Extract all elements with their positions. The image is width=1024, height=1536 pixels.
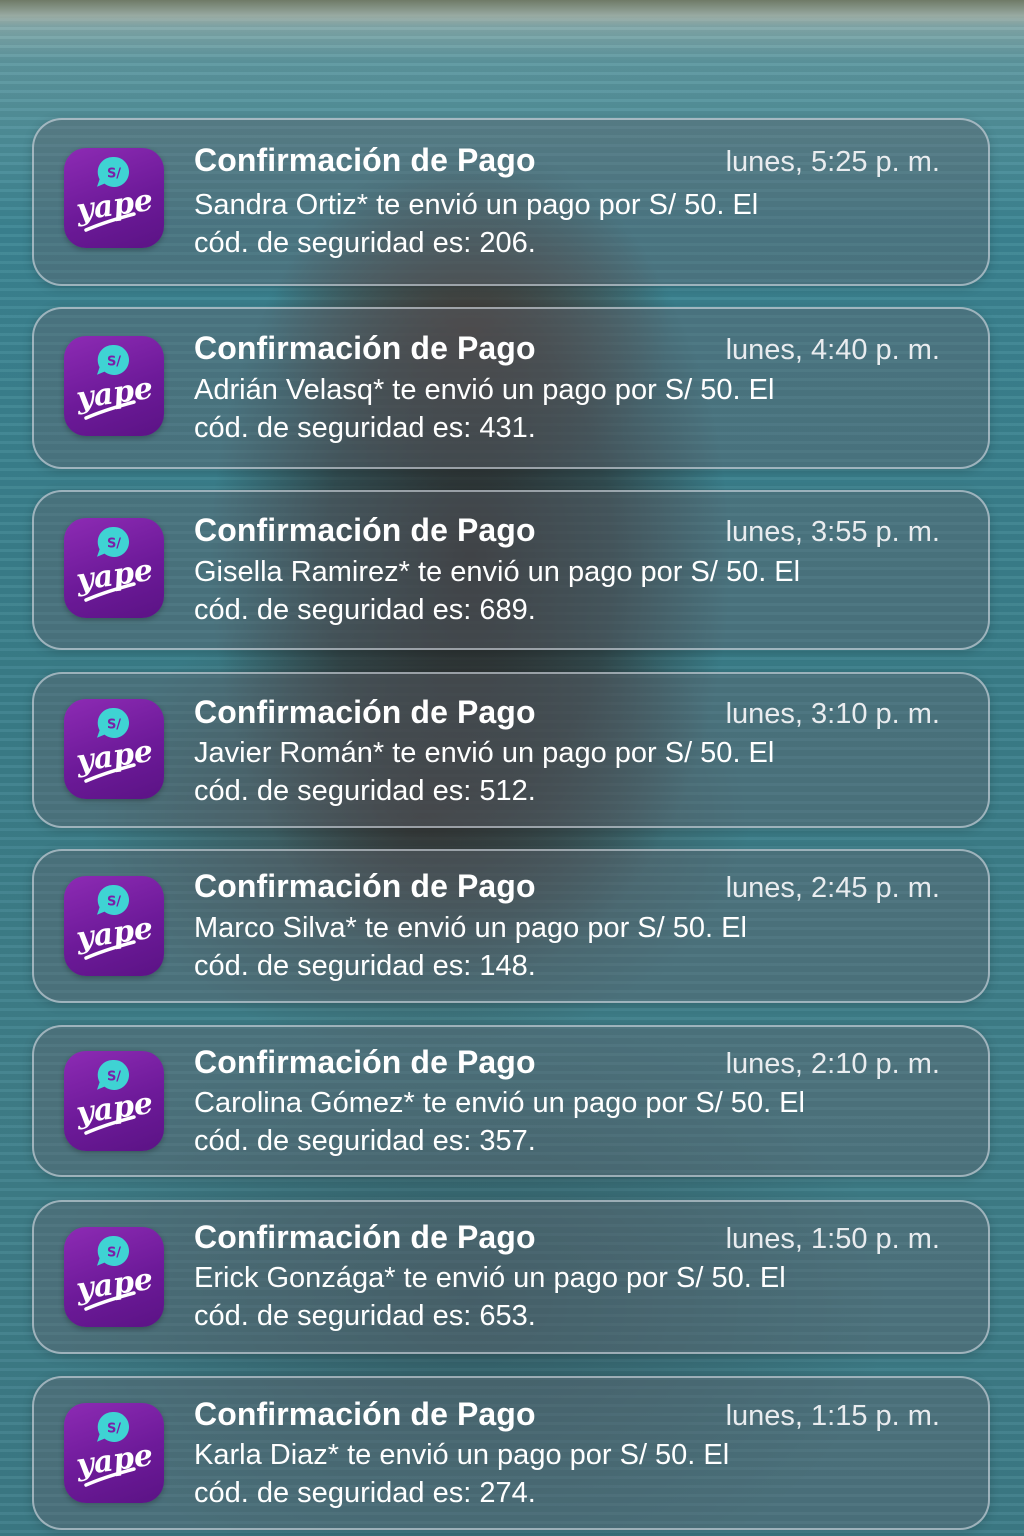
yape-app-icon: S/yape [64,518,164,618]
notification-card[interactable]: S/yape Confirmación de Pago lunes, 4:40 … [32,307,990,469]
notification-card[interactable]: S/yape Confirmación de Pago lunes, 2:45 … [32,849,990,1003]
currency-symbol: S/ [107,1422,121,1437]
yape-app-icon: S/yape [64,1227,164,1327]
yape-logo-icon: S/yape [73,526,155,602]
notification-title: Confirmación de Pago [194,330,536,366]
notification-body-line: Erick Gonzága* te envió un pago por S/ 5… [194,1262,786,1294]
notification-body: Sandra Ortiz* te envió un pago por S/ 50… [194,186,894,262]
notification-card[interactable]: S/yape Confirmación de Pago lunes, 3:55 … [32,490,990,650]
notification-card[interactable]: S/yape Confirmación de Pago lunes, 3:10 … [32,672,990,828]
notification-body: Marco Silva* te envió un pago por S/ 50.… [194,909,894,985]
notification-body-line: cód. de seguridad es: 206. [194,227,536,259]
currency-symbol: S/ [107,167,121,182]
yape-logo-icon: S/yape [73,156,155,232]
notification-body-line: Karla Diaz* te envió un pago por S/ 50. … [194,1439,730,1471]
notification-body-line: Adrián Velasq* te envió un pago por S/ 5… [194,374,775,406]
notification-time: lunes, 2:10 p. m. [725,1048,940,1080]
notification-card[interactable]: S/yape Confirmación de Pago lunes, 2:10 … [32,1025,990,1177]
notification-body-line: cód. de seguridad es: 274. [194,1477,536,1509]
yape-logo-icon: S/yape [73,1059,155,1135]
yape-app-icon: S/yape [64,876,164,976]
notification-body: Javier Román* te envió un pago por S/ 50… [194,734,894,810]
notification-title: Confirmación de Pago [194,142,536,178]
notification-title: Confirmación de Pago [194,1396,536,1432]
currency-symbol: S/ [107,895,121,910]
yape-logo-icon: S/yape [73,1411,155,1487]
notification-body-line: cód. de seguridad es: 653. [194,1300,536,1332]
notification-card[interactable]: S/yape Confirmación de Pago lunes, 5:25 … [32,118,990,286]
notification-body: Erick Gonzága* te envió un pago por S/ 5… [194,1259,894,1335]
notification-body-line: Javier Román* te envió un pago por S/ 50… [194,737,775,769]
notification-body: Karla Diaz* te envió un pago por S/ 50. … [194,1436,894,1512]
notification-body-line: Carolina Gómez* te envió un pago por S/ … [194,1087,805,1119]
yape-app-icon: S/yape [64,1403,164,1503]
currency-symbol: S/ [107,1246,121,1261]
notification-body-line: cód. de seguridad es: 357. [194,1125,536,1157]
notification-title: Confirmación de Pago [194,1219,536,1255]
notification-time: lunes, 3:10 p. m. [725,698,940,730]
notification-card[interactable]: S/yape Confirmación de Pago lunes, 1:50 … [32,1200,990,1354]
yape-logo-icon: S/yape [73,884,155,960]
notification-title: Confirmación de Pago [194,512,536,548]
currency-symbol: S/ [107,537,121,552]
notification-title: Confirmación de Pago [194,1044,536,1080]
yape-app-icon: S/yape [64,336,164,436]
yape-logo-icon: S/yape [73,707,155,783]
notification-time: lunes, 5:25 p. m. [725,146,940,178]
yape-logo-icon: S/yape [73,1235,155,1311]
notification-card[interactable]: S/yape Confirmación de Pago lunes, 1:15 … [32,1376,990,1530]
notification-title: Confirmación de Pago [194,868,536,904]
yape-logo-icon: S/yape [73,344,155,420]
notification-body-line: cód. de seguridad es: 689. [194,594,536,626]
notification-time: lunes, 1:50 p. m. [725,1223,940,1255]
currency-symbol: S/ [107,1070,121,1085]
notification-time: lunes, 3:55 p. m. [725,516,940,548]
notification-time: lunes, 1:15 p. m. [725,1400,940,1432]
yape-app-icon: S/yape [64,1051,164,1151]
notification-body-line: Gisella Ramirez* te envió un pago por S/… [194,556,801,588]
notification-body-line: Marco Silva* te envió un pago por S/ 50.… [194,912,747,944]
notification-list[interactable]: S/yape Confirmación de Pago lunes, 5:25 … [0,0,1024,1536]
notification-body: Adrián Velasq* te envió un pago por S/ 5… [194,371,894,447]
notification-body-line: cód. de seguridad es: 148. [194,950,536,982]
notification-time: lunes, 2:45 p. m. [725,872,940,904]
notification-title: Confirmación de Pago [194,694,536,730]
currency-symbol: S/ [107,355,121,370]
yape-app-icon: S/yape [64,148,164,248]
notification-body: Carolina Gómez* te envió un pago por S/ … [194,1084,894,1160]
notification-body: Gisella Ramirez* te envió un pago por S/… [194,553,894,629]
notification-body-line: cód. de seguridad es: 431. [194,412,536,444]
notification-time: lunes, 4:40 p. m. [725,334,940,366]
notification-body-line: cód. de seguridad es: 512. [194,775,536,807]
yape-app-icon: S/yape [64,699,164,799]
currency-symbol: S/ [107,718,121,733]
notification-body-line: Sandra Ortiz* te envió un pago por S/ 50… [194,189,759,221]
